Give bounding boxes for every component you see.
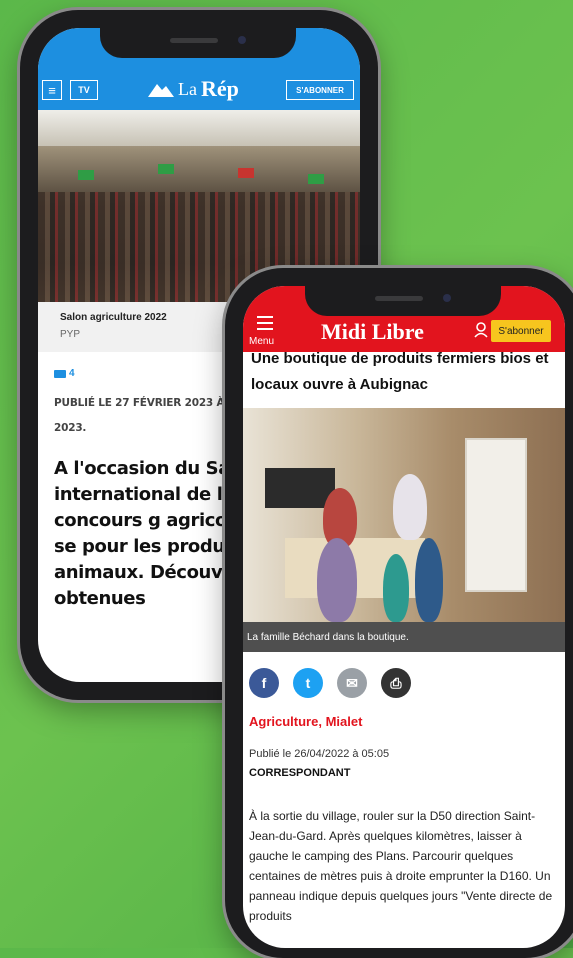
photo-sign (158, 164, 174, 174)
subscribe-button[interactable]: S'ABONNER (286, 80, 354, 100)
logo-big-text: Rép (200, 76, 239, 101)
photo-sign (308, 174, 324, 184)
comments-count: 4 (69, 368, 75, 379)
user-icon[interactable] (474, 322, 488, 343)
menu-button[interactable]: ≡ (42, 80, 62, 100)
comment-icon (54, 369, 66, 378)
comments-link[interactable]: 4 (54, 368, 75, 379)
phone-midilibre: Menu Midi Libre S'abonner Une boutique d… (225, 268, 573, 958)
tv-button[interactable]: TV (70, 80, 98, 100)
larep-logo[interactable]: La Rép (148, 76, 239, 102)
photo-roof (38, 110, 360, 146)
email-icon[interactable]: ✉ (337, 668, 367, 698)
article-title: Une boutique de produits fermiers bios e… (251, 350, 549, 393)
midilibre-logo[interactable]: Midi Libre (321, 319, 424, 345)
caption-credit: PYP (60, 329, 81, 340)
photo-sign (238, 168, 254, 178)
photo-door (465, 438, 527, 592)
author: CORRESPONDANT (249, 767, 351, 779)
hamburger-icon: ≡ (48, 82, 56, 98)
midilibre-screen: Menu Midi Libre S'abonner Une boutique d… (243, 286, 565, 948)
photo-caption: La famille Béchard dans la boutique. (243, 622, 565, 652)
hamburger-icon[interactable] (257, 316, 273, 334)
photo-person (317, 538, 357, 622)
photo-person (415, 538, 443, 622)
phone-notch (100, 28, 296, 58)
logo-small-text: La (178, 78, 197, 99)
phone-notch (305, 286, 501, 316)
mountain-icon (148, 84, 174, 97)
article-body: À la sortie du village, rouler sur la D5… (249, 809, 553, 923)
photo-sign (78, 170, 94, 180)
print-icon[interactable]: ⎙ (381, 668, 411, 698)
share-bar: f t ✉ ⎙ (249, 668, 411, 698)
subscribe-button[interactable]: S'abonner (491, 320, 551, 342)
twitter-icon[interactable]: t (293, 668, 323, 698)
article-photo (243, 408, 565, 622)
photo-person (393, 474, 427, 540)
facebook-icon[interactable]: f (249, 668, 279, 698)
category-links[interactable]: Agriculture, Mialet (249, 714, 362, 729)
publish-date: Publié le 26/04/2022 à 05:05 (249, 748, 390, 760)
caption-title: Salon agriculture 2022 (60, 312, 167, 323)
photo-person (383, 554, 409, 622)
